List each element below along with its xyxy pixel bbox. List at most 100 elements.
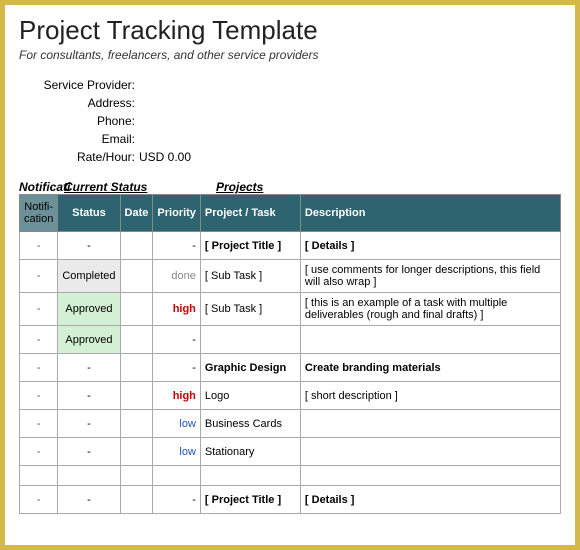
table-row: -- lowBusiness Cards [20, 410, 561, 438]
spacer-cell [58, 466, 120, 486]
cell-priority: low [153, 410, 201, 438]
cell-project: [ Project Title ] [200, 486, 300, 514]
cell-description: [ Details ] [300, 486, 560, 514]
cell-priority: - [153, 354, 201, 382]
cell-description: [ use comments for longer descriptions, … [300, 260, 560, 293]
address-value [139, 94, 561, 112]
phone-label: Phone: [19, 112, 139, 130]
phone-value [139, 112, 561, 130]
cell-date [120, 232, 153, 260]
cell-description [300, 326, 560, 354]
cell-project: [ Sub Task ] [200, 293, 300, 326]
cell-date [120, 410, 153, 438]
cell-description: Create branding materials [300, 354, 560, 382]
cell-project: [ Project Title ] [200, 232, 300, 260]
spacer-cell [20, 466, 58, 486]
table-row: -Completeddone[ Sub Task ][ use comments… [20, 260, 561, 293]
cell-status: Approved [58, 293, 120, 326]
cell-description [300, 438, 560, 466]
table-body: ---[ Project Title ][ Details ]-Complete… [20, 232, 561, 514]
table-row [20, 466, 561, 486]
col-header-status: Status [58, 195, 120, 232]
cell-notif: - [20, 354, 58, 382]
cell-notif: - [20, 486, 58, 514]
cell-notif: - [20, 232, 58, 260]
cell-description: [ short description ] [300, 382, 560, 410]
rate-label: Rate/Hour: [19, 148, 139, 166]
cell-date [120, 326, 153, 354]
address-label: Address: [19, 94, 139, 112]
cell-notif: - [20, 410, 58, 438]
cell-priority: - [153, 232, 201, 260]
service-provider-value [139, 76, 561, 94]
col-header-notif: Notifi-cation [20, 195, 58, 232]
spacer-cell [153, 466, 201, 486]
table-row: -Approved high[ Sub Task ][ this is an ex… [20, 293, 561, 326]
cell-status: - [58, 232, 120, 260]
cell-project: Graphic Design [200, 354, 300, 382]
section-current-status-label: Current Status [64, 180, 216, 194]
col-header-date: Date [120, 195, 153, 232]
cell-priority: low [153, 438, 201, 466]
cell-project: Logo [200, 382, 300, 410]
cell-date [120, 354, 153, 382]
rate-value: USD 0.00 [139, 148, 561, 166]
cell-status: - [58, 486, 120, 514]
project-table: Notifi-cation Status Date Priority Proje… [19, 194, 561, 514]
cell-status: - [58, 382, 120, 410]
table-row: ---Graphic DesignCreate branding materia… [20, 354, 561, 382]
email-value [139, 130, 561, 148]
section-notifications-label: Notificati [19, 180, 64, 194]
cell-project: Business Cards [200, 410, 300, 438]
cell-notif: - [20, 293, 58, 326]
cell-project: [ Sub Task ] [200, 260, 300, 293]
info-row-rate: Rate/Hour: USD 0.00 [19, 148, 561, 166]
cell-description: [ Details ] [300, 232, 560, 260]
table-row: -Approved- [20, 326, 561, 354]
cell-notif: - [20, 382, 58, 410]
spacer-cell [300, 466, 560, 486]
section-labels: Notificati Current Status Projects [19, 180, 561, 194]
cell-status: Completed [58, 260, 120, 293]
section-projects-label: Projects [216, 180, 263, 194]
cell-priority: - [153, 326, 201, 354]
table-row: -- lowStationary [20, 438, 561, 466]
cell-description [300, 410, 560, 438]
document-page: Project Tracking Template For consultant… [5, 5, 575, 524]
table-row: ---[ Project Title ][ Details ] [20, 232, 561, 260]
cell-status: - [58, 438, 120, 466]
spacer-cell [200, 466, 300, 486]
table-row: -- highLogo[ short description ] [20, 382, 561, 410]
cell-date [120, 382, 153, 410]
email-label: Email: [19, 130, 139, 148]
cell-priority: high [153, 382, 201, 410]
col-header-project: Project / Task [200, 195, 300, 232]
col-header-priority: Priority [153, 195, 201, 232]
page-title: Project Tracking Template [19, 15, 561, 46]
cell-priority: - [153, 486, 201, 514]
cell-date [120, 260, 153, 293]
cell-status: - [58, 354, 120, 382]
spacer-cell [120, 466, 153, 486]
cell-description: [ this is an example of a task with mult… [300, 293, 560, 326]
cell-priority: high [153, 293, 201, 326]
cell-notif: - [20, 326, 58, 354]
table-header-row: Notifi-cation Status Date Priority Proje… [20, 195, 561, 232]
cell-status: Approved [58, 326, 120, 354]
cell-status: - [58, 410, 120, 438]
cell-date [120, 486, 153, 514]
table-row: ---[ Project Title ][ Details ] [20, 486, 561, 514]
page-subtitle: For consultants, freelancers, and other … [19, 48, 561, 62]
info-row-service-provider: Service Provider: [19, 76, 561, 94]
service-provider-label: Service Provider: [19, 76, 139, 94]
info-row-phone: Phone: [19, 112, 561, 130]
col-header-description: Description [300, 195, 560, 232]
info-row-address: Address: [19, 94, 561, 112]
info-block: Service Provider: Address: Phone: Email:… [19, 76, 561, 166]
cell-priority: done [153, 260, 201, 293]
cell-date [120, 293, 153, 326]
cell-project [200, 326, 300, 354]
cell-date [120, 438, 153, 466]
cell-project: Stationary [200, 438, 300, 466]
cell-notif: - [20, 438, 58, 466]
